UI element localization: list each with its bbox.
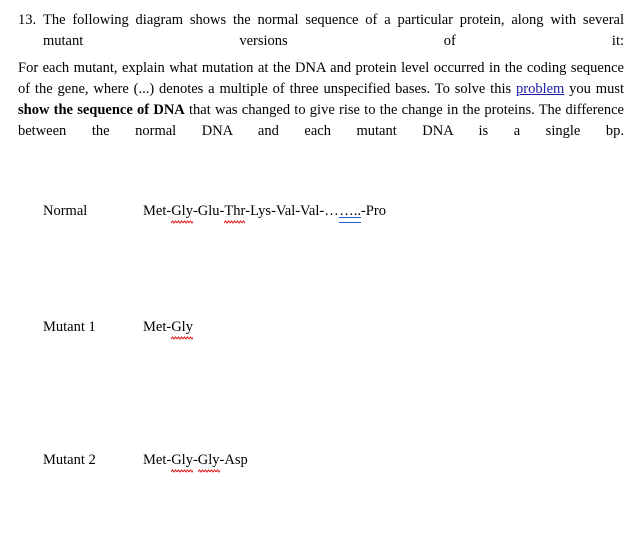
residue-suffix-pro: -Pro <box>360 203 386 219</box>
residue-thr-misspelled: Thr <box>224 203 246 224</box>
instructions-text-part2: you must <box>564 81 624 97</box>
residue-suffix-asp: -Asp <box>219 452 248 468</box>
residue-gly-misspelled-2: Gly <box>197 452 220 473</box>
sequence-value-mutant-1: Met-Gly <box>143 317 193 340</box>
sequence-row-normal: Normal Met-Gly-Glu-Thr-Lys-Val-Val-……..-P… <box>43 201 386 224</box>
sequence-value-mutant-2: Met-Gly-Gly-Asp <box>143 450 248 473</box>
document-page: 13. The following diagram shows the norm… <box>0 0 644 551</box>
residue-mid-1: -Glu- <box>192 203 225 219</box>
residue-gly-misspelled: Gly <box>171 319 193 340</box>
residue-prefix: Met- <box>143 203 172 219</box>
sequence-label-mutant-1: Mutant 1 <box>43 319 96 335</box>
residue-gly-misspelled-1: Gly <box>171 452 193 473</box>
residue-mid-2: -Lys-Val-Val- <box>245 203 325 219</box>
ellipsis-grammar-flagged: ….. <box>339 203 361 223</box>
sequence-label-mutant-2: Mutant 2 <box>43 452 96 468</box>
residue-prefix: Met- <box>143 319 172 335</box>
sequence-label-normal: Normal <box>43 203 88 219</box>
sequence-value-normal: Met-Gly-Glu-Thr-Lys-Val-Val-……..-Pro <box>143 201 386 224</box>
question-number: 13. <box>18 12 37 28</box>
instructions-bold-emphasis: show the sequence of DNA <box>18 102 185 118</box>
instructions-paragraph: For each mutant, explain what mutation a… <box>18 58 624 163</box>
residue-gly-misspelled: Gly <box>171 203 193 224</box>
problem-hyperlink[interactable]: problem <box>516 81 564 97</box>
residue-prefix: Met- <box>143 452 172 468</box>
sequence-row-mutant-2: Mutant 2 Met-Gly-Gly-Asp <box>43 450 248 473</box>
sequence-row-mutant-1: Mutant 1 Met-Gly <box>43 317 193 340</box>
ellipsis-plain: … <box>324 203 340 219</box>
